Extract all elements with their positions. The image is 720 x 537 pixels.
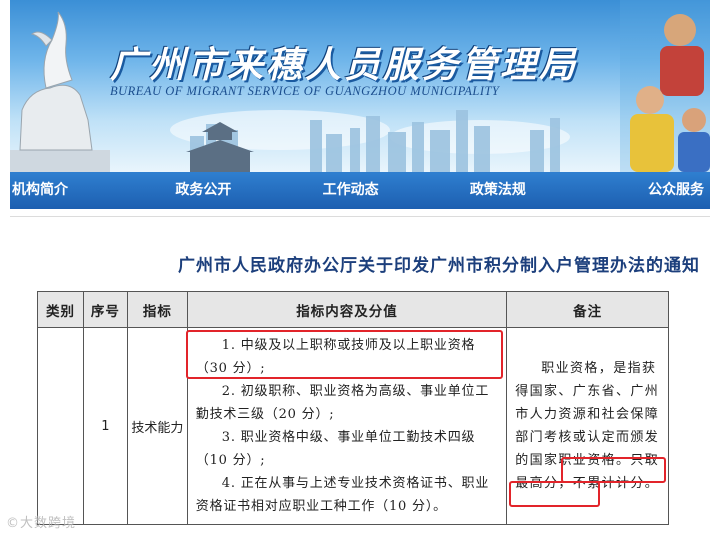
site-title: 广州市来穗人员服务管理局 — [110, 45, 579, 86]
header-indicator: 指标 — [126, 291, 188, 328]
cell-indicator: 技术能力 — [126, 327, 188, 525]
header-banner: 广州市来穗人员服务管理局 BUREAU OF MIGRANT SERVICE O… — [10, 0, 710, 172]
nav-item-about[interactable]: 机构简介 — [10, 172, 130, 209]
highlight-box — [561, 457, 666, 483]
city-skyline-image — [186, 110, 560, 172]
header-seq: 序号 — [82, 291, 128, 328]
nav-item-policy[interactable]: 政策法规 — [424, 172, 571, 209]
header-content: 指标内容及分值 — [186, 291, 508, 328]
cell-category — [37, 327, 84, 525]
cell-seq: 1 — [82, 327, 128, 525]
header-category: 类别 — [37, 291, 84, 328]
nav-item-public-service[interactable]: 公众服务 — [571, 172, 710, 209]
nav-item-gov-affairs[interactable]: 政务公开 — [130, 172, 277, 209]
header-note: 备注 — [506, 291, 669, 328]
divider — [10, 216, 710, 217]
nav-item-news[interactable]: 工作动态 — [277, 172, 424, 209]
highlight-box — [509, 481, 600, 507]
notice-title: 广州市人民政府办公厅关于印发广州市积分制入户管理办法的通知 — [178, 256, 700, 276]
main-nav: 机构简介 政务公开 工作动态 政策法规 公众服务 — [10, 172, 710, 209]
goat-statue-image — [10, 11, 110, 172]
content-item: 4. 正在从事与上述专业技术资格证书、职业资格证书相对应职业工种工作（10 分）… — [195, 476, 490, 514]
table-header-row: 类别 序号 指标 指标内容及分值 备注 — [37, 291, 669, 328]
ethnic-figures-image — [620, 0, 710, 172]
content-item: 2. 初级职称、职业资格为高级、事业单位工勤技术三级（20 分）; — [195, 384, 490, 422]
content-item: 3. 职业资格中级、事业单位工勤技术四级（10 分）; — [195, 430, 476, 468]
watermark: ©大数跨境 — [6, 516, 77, 531]
highlight-box — [186, 330, 503, 379]
site-subtitle: BUREAU OF MIGRANT SERVICE OF GUANGZHOU M… — [110, 84, 500, 98]
